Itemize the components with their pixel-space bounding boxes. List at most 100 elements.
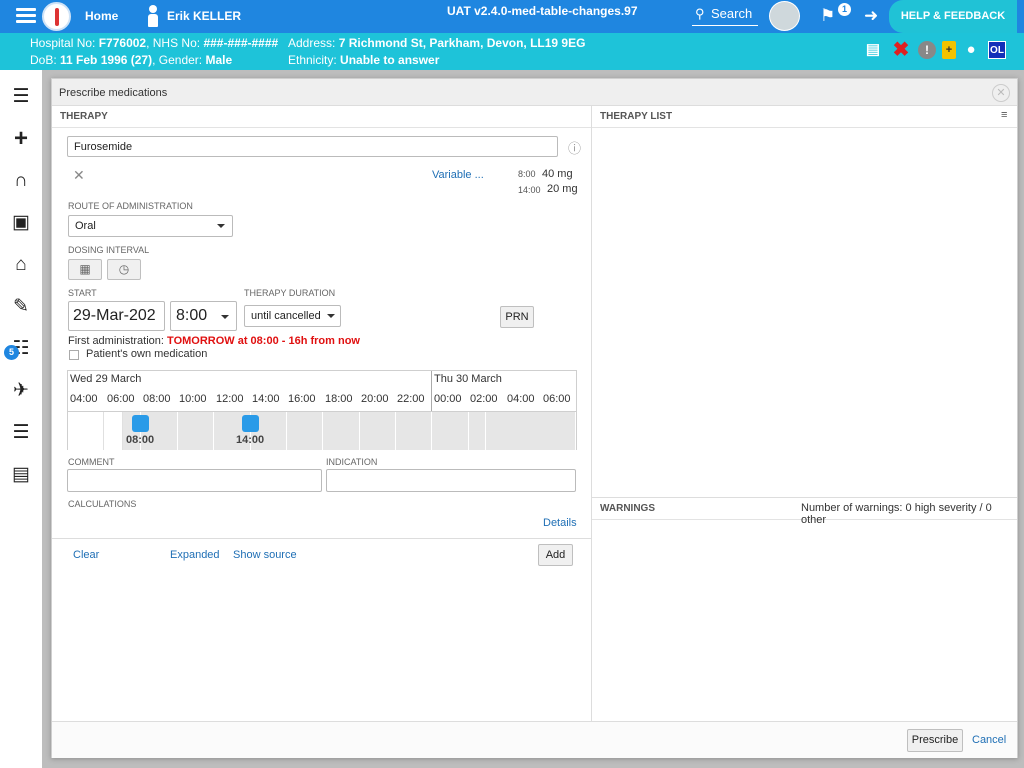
show-source-link[interactable]: Show source (233, 549, 297, 561)
nav-notification-badge: 5 (4, 345, 19, 360)
modal-title: Prescribe medications (59, 87, 168, 99)
nhs-no: ###-###-#### (203, 36, 279, 50)
own-medication-label: Patient's own medication (86, 348, 208, 360)
prescribe-modal: Prescribe medications ✕ THERAPY ⓘ ✕ Vari… (51, 78, 1018, 758)
modal-header: Prescribe medications ✕ (52, 79, 1017, 106)
dob-value: 11 Feb 1996 (27) (60, 53, 153, 67)
stethoscope-icon[interactable]: ∩ (8, 169, 34, 193)
menu-icon[interactable]: ≡ (1001, 109, 1007, 121)
start-time-value: 8:00 (176, 307, 208, 324)
checklist-icon[interactable]: ☰ (8, 421, 34, 445)
hour-label: 14:00 (252, 393, 280, 405)
clear-medication-icon[interactable]: ✕ (73, 167, 85, 184)
indication-label: INDICATION (326, 457, 378, 467)
comment-label: COMMENT (68, 457, 115, 467)
start-time-select[interactable]: 8:00 (170, 301, 237, 331)
help-feedback-button[interactable]: HELP & FEEDBACK (889, 0, 1017, 33)
logout-icon[interactable]: ➜ (864, 6, 878, 26)
expanded-link[interactable]: Expanded (170, 549, 220, 561)
cancel-link[interactable]: Cancel (972, 734, 1006, 746)
hospital-no-label: Hospital No: (30, 36, 96, 50)
patient-ethnicity: Ethnicity: Unable to answer (288, 53, 439, 67)
first-admin-value: TOMORROW at 08:00 - 16h from now (167, 335, 360, 347)
hour-label: 08:00 (143, 393, 171, 405)
bed-icon[interactable]: ▤ (860, 41, 886, 59)
prn-button[interactable]: PRN (500, 306, 534, 328)
user-name[interactable]: Erik KELLER (167, 9, 241, 23)
document-icon[interactable]: + (942, 41, 956, 59)
dose-marker-label: 14:00 (236, 434, 265, 446)
medication-input[interactable] (67, 136, 558, 157)
left-nav: ☰ + ∩ ▣ ⌂ ✎ ☷ ✈ ☰ ▤ (0, 70, 42, 768)
pill-icon[interactable]: ● (962, 41, 980, 59)
therapy-divider (52, 538, 591, 539)
alert-icon[interactable]: ! (918, 41, 936, 59)
therapy-list (592, 129, 1017, 497)
search-button[interactable]: ⚲ Search (692, 4, 758, 26)
hour-label: 16:00 (288, 393, 316, 405)
schedule-cell (104, 412, 123, 450)
hour-label: 18:00 (325, 393, 353, 405)
hour-label: 06:00 (107, 393, 135, 405)
schedule-day-1: Wed 29 March (70, 373, 142, 385)
home-icon[interactable]: ⌂ (8, 253, 34, 277)
menu-icon[interactable] (16, 8, 36, 24)
indication-input[interactable] (326, 469, 576, 492)
hour-label: 04:00 (70, 393, 98, 405)
running-icon[interactable]: ✈ (8, 379, 34, 403)
list-icon[interactable]: ☰ (8, 85, 34, 109)
camera-icon[interactable]: ▣ (8, 211, 34, 235)
close-icon[interactable]: ✕ (992, 84, 1010, 102)
schedule-divider (286, 412, 287, 450)
dose-marker[interactable] (242, 415, 259, 432)
route-value: Oral (75, 220, 96, 232)
calendar-icon[interactable]: ▦ (68, 259, 102, 280)
flag-icon[interactable]: ⚑ (820, 6, 840, 26)
therapy-duration-label: THERAPY DURATION (244, 288, 336, 298)
dose-time-1: 8:00 (518, 169, 536, 179)
edit-document-icon[interactable]: ✎ (8, 295, 34, 319)
first-admin-label: First administration: (68, 335, 164, 347)
clear-link[interactable]: Clear (73, 549, 99, 561)
details-link[interactable]: Details (543, 517, 577, 529)
route-select[interactable]: Oral (68, 215, 233, 237)
search-label: Search (711, 6, 753, 21)
environment-label: UAT v2.4.0-med-table-changes.97 (447, 4, 638, 18)
info-icon[interactable]: ⓘ (568, 138, 581, 157)
add-button[interactable]: Add (538, 544, 573, 566)
ecg-icon[interactable]: ▤ (8, 463, 34, 487)
app-logo[interactable] (42, 2, 71, 31)
schedule-divider (177, 412, 178, 450)
clock-icon[interactable]: ◷ (107, 259, 141, 280)
ethnicity-value: Unable to answer (340, 53, 440, 67)
schedule-cells: 08:00 14:00 (68, 411, 576, 450)
x-icon[interactable]: ✖ (892, 40, 910, 60)
home-link[interactable]: Home (85, 9, 118, 23)
plus-icon[interactable]: + (8, 127, 34, 151)
hour-label: 00:00 (434, 393, 462, 405)
patient-banner: Hospital No: F776002, NHS No: ###-###-##… (0, 33, 1024, 70)
variable-dose-link[interactable]: Variable ... (432, 169, 484, 181)
dose-marker[interactable] (132, 415, 149, 432)
therapy-header: THERAPY (52, 106, 591, 128)
address-label: Address: (288, 36, 336, 50)
calculations-label: CALCULATIONS (68, 499, 137, 509)
schedule-cell-range (486, 412, 576, 450)
schedule-divider (213, 412, 214, 450)
ethnicity-label: Ethnicity: (288, 53, 337, 67)
schedule-divider (322, 412, 323, 450)
warnings-count: Number of warnings: 0 high severity / 0 … (801, 502, 992, 526)
comment-input[interactable] (67, 469, 322, 492)
hospital-no: F776002 (98, 36, 147, 50)
start-date-input[interactable]: 29-Mar-202 (68, 301, 165, 331)
chevron-down-icon (217, 224, 225, 228)
therapy-duration-select[interactable]: until cancelled (244, 305, 341, 327)
prescribe-button[interactable]: Prescribe (907, 729, 963, 752)
therapy-header-label: THERAPY (60, 111, 108, 122)
address-value: 7 Richmond St, Parkham, Devon, LL19 9EG (338, 36, 586, 50)
ol-badge[interactable]: OL (988, 41, 1006, 59)
own-medication-checkbox[interactable] (69, 350, 79, 360)
avatar[interactable] (769, 1, 800, 31)
route-label: ROUTE OF ADMINISTRATION (68, 201, 193, 211)
gender-label: Gender: (158, 53, 203, 67)
